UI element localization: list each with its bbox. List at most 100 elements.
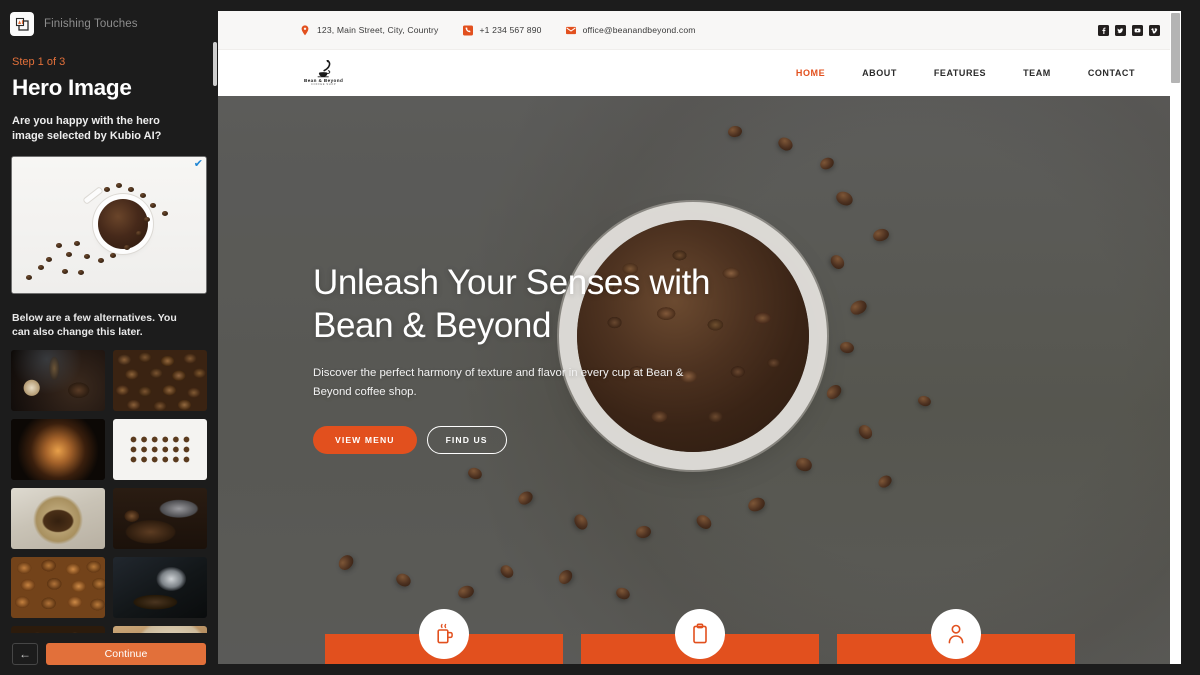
thumbnail-option-4[interactable] <box>113 418 207 480</box>
bean-shape <box>871 227 891 243</box>
bean-shape <box>456 583 476 601</box>
brand-subtitle: COFFEE SHOP <box>310 83 337 87</box>
bean-shape <box>110 252 116 258</box>
bean-shape <box>38 264 44 270</box>
bean-shape <box>66 251 72 257</box>
contact-list: 123, Main Street, City, Country +1 234 5… <box>300 24 696 36</box>
thumbnail-option-7[interactable] <box>11 556 105 618</box>
twitter-icon[interactable] <box>1115 24 1126 36</box>
bean-shape <box>694 512 714 532</box>
feature-card-title: Discover Our Cozy Space <box>335 663 553 664</box>
wizard-footer: ← Continue <box>0 633 218 675</box>
bean-shape <box>775 134 796 154</box>
cup-handle-shape <box>82 185 104 205</box>
contact-phone[interactable]: +1 234 567 890 <box>462 25 542 36</box>
facebook-icon[interactable] <box>1098 24 1109 36</box>
thumbnail-option-8[interactable] <box>113 556 207 618</box>
bean-shape <box>74 240 80 246</box>
nav-link-home[interactable]: HOME <box>796 68 825 78</box>
bean-shape <box>635 524 652 540</box>
sidebar-scrollbar[interactable] <box>213 42 217 86</box>
feature-card-cozy-space[interactable]: Discover Our Cozy Space <box>324 609 563 664</box>
bean-shape <box>498 562 516 581</box>
wizard-sidebar: Finishing Touches Step 1 of 3 Hero Image… <box>0 0 218 675</box>
thumbnail-option-3[interactable] <box>11 418 105 480</box>
bean-shape <box>515 488 536 508</box>
bean-shape <box>916 394 933 408</box>
hero-headline-line-1: Unleash Your Senses with <box>313 263 711 302</box>
page-title: Hero Image <box>12 75 132 100</box>
selected-hero-image[interactable]: ✔ <box>11 155 207 294</box>
bean-shape <box>78 269 84 275</box>
sidebar-header: Finishing Touches <box>0 0 218 44</box>
coffee-cup-icon <box>418 609 469 659</box>
kubio-ai-wizard-window: Finishing Touches Step 1 of 3 Hero Image… <box>0 0 1200 675</box>
bean-shape <box>26 274 32 280</box>
location-pin-icon <box>301 24 309 35</box>
feature-cards: Discover Our Cozy Space Explore Our Care… <box>218 609 1181 664</box>
coffee-cup-logo-icon <box>317 59 330 78</box>
nav-link-contact[interactable]: CONTACT <box>1088 68 1135 78</box>
thumbnail-option-5[interactable] <box>11 487 105 549</box>
hero-headline: Unleash Your Senses with Bean & Beyond <box>313 261 743 347</box>
bean-shape <box>466 465 484 482</box>
bean-shape <box>128 186 134 192</box>
website-preview-panel: 123, Main Street, City, Country +1 234 5… <box>218 11 1181 664</box>
social-links <box>1098 24 1160 36</box>
hero-question-text: Are you happy with the hero image select… <box>12 115 162 142</box>
clipboard-icon <box>674 609 725 659</box>
bean-shape <box>828 252 847 272</box>
person-icon <box>930 609 981 659</box>
bean-shape <box>144 216 150 222</box>
nav-link-about[interactable]: ABOUT <box>862 68 897 78</box>
alternative-thumbnails-grid <box>11 349 207 675</box>
thumbnail-option-6[interactable] <box>113 487 207 549</box>
vimeo-icon[interactable] <box>1149 24 1160 36</box>
bean-shape <box>56 242 62 248</box>
thumbnail-option-2[interactable] <box>113 349 207 411</box>
contact-address-text: 123, Main Street, City, Country <box>317 25 439 35</box>
nav-link-team[interactable]: TEAM <box>1023 68 1051 78</box>
bean-shape <box>84 253 90 259</box>
contact-email[interactable]: office@beanandbeyond.com <box>565 25 696 36</box>
hero-buttons: VIEW MENU FIND US <box>313 425 743 454</box>
bean-shape <box>98 257 104 263</box>
bean-shape <box>839 340 855 355</box>
bean-shape <box>876 472 894 491</box>
find-us-button[interactable]: FIND US <box>426 425 507 454</box>
preview-scrollbar-track[interactable] <box>1170 11 1181 664</box>
site-logo[interactable]: Bean & Beyond COFFEE SHOP <box>304 59 343 87</box>
bean-shape <box>834 189 855 208</box>
site-navbar: Bean & Beyond COFFEE SHOP HOME ABOUT FEA… <box>218 50 1181 96</box>
bean-shape <box>140 192 146 198</box>
continue-button[interactable]: Continue <box>46 643 206 665</box>
kubio-ai-icon[interactable] <box>10 12 34 36</box>
thumbnail-option-1[interactable] <box>11 349 105 411</box>
bean-shape <box>847 297 870 318</box>
contact-phone-text: +1 234 567 890 <box>479 25 542 35</box>
contact-address[interactable]: 123, Main Street, City, Country <box>300 24 439 36</box>
bean-shape <box>394 571 413 589</box>
feature-card-contact[interactable]: Easily Find and Contact Us <box>836 609 1075 664</box>
hero-content: Unleash Your Senses with Bean & Beyond D… <box>313 261 743 454</box>
nav-link-features[interactable]: FEATURES <box>934 68 986 78</box>
feature-card-title: Explore Our Carefully Curated <box>591 663 809 664</box>
bean-shape <box>614 585 632 602</box>
bean-shape <box>46 256 52 262</box>
contact-email-text: office@beanandbeyond.com <box>582 25 696 35</box>
view-menu-button[interactable]: VIEW MENU <box>313 425 417 454</box>
envelope-icon <box>565 26 576 34</box>
bean-shape <box>571 512 591 532</box>
cup-shape <box>98 198 148 249</box>
bean-shape <box>162 210 168 216</box>
selected-check-icon: ✔ <box>193 157 203 170</box>
nav-links: HOME ABOUT FEATURES TEAM CONTACT <box>796 68 1151 78</box>
bean-shape <box>824 382 844 402</box>
alternatives-help-text: Below are a few alternatives. You can al… <box>12 311 177 339</box>
youtube-icon[interactable] <box>1132 24 1143 36</box>
back-button[interactable]: ← <box>12 643 38 665</box>
feature-card-curated[interactable]: Explore Our Carefully Curated <box>580 609 819 664</box>
bean-shape <box>116 182 122 188</box>
preview-scrollbar-thumb[interactable] <box>1171 13 1180 83</box>
hero-paragraph: Discover the perfect harmony of texture … <box>313 367 684 398</box>
